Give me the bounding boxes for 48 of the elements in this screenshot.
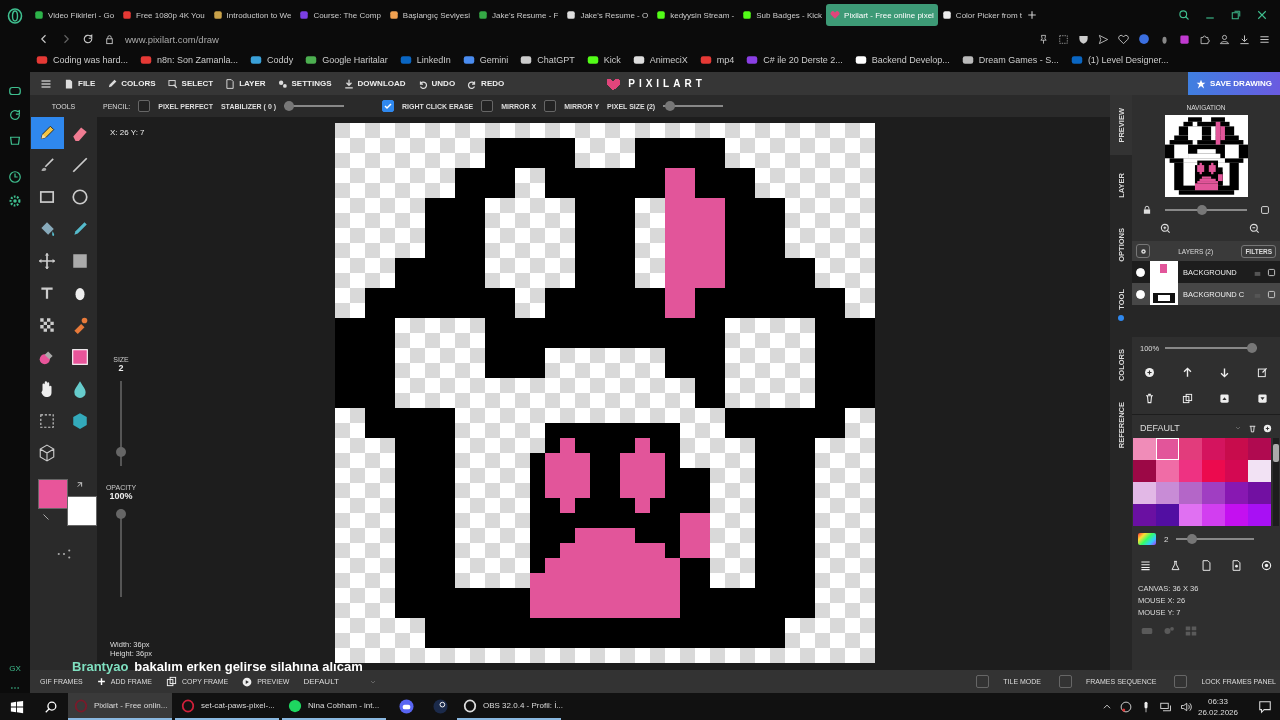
bookmark[interactable]: Kick xyxy=(586,54,621,66)
bookmark[interactable]: Coddy xyxy=(250,54,294,66)
bookmark[interactable]: ChatGPT xyxy=(520,54,575,66)
bookmark[interactable]: AnimeciX xyxy=(632,54,688,66)
menu-button[interactable]: SELECT xyxy=(167,78,214,89)
menu-button[interactable]: REDO xyxy=(467,78,505,89)
browser-tab[interactable]: Jake's Resume - O xyxy=(562,4,653,26)
cursor-position: X: 26 Y: 7 xyxy=(110,128,145,137)
taskbar-window[interactable]: Pixilart - Free onlin... xyxy=(68,693,172,720)
bookmark[interactable]: C# ile 20 Derste 2... xyxy=(746,54,843,66)
opacity-value: 100% xyxy=(109,491,133,501)
bookmark[interactable]: n8n: Son Zamanla... xyxy=(140,54,239,66)
browser-tab[interactable]: kedyysin Stream - xyxy=(652,4,739,26)
bookmark[interactable]: Coding was hard... xyxy=(36,54,129,66)
menu-button[interactable]: COLORS xyxy=(107,78,156,89)
menu-button[interactable]: DOWNLOAD xyxy=(343,78,406,89)
browser-tab[interactable]: Jake's Resume - F xyxy=(474,4,563,26)
frame-set-dropdown[interactable]: DEFAULT xyxy=(303,677,377,686)
save-drawing-button[interactable]: SAVE DRAWING xyxy=(1187,72,1280,95)
browser-tab[interactable]: Video Fikirleri - Go xyxy=(30,4,119,26)
menu-button[interactable]: SETTINGS xyxy=(277,78,332,89)
menu-button[interactable]: UNDO xyxy=(417,78,456,89)
pixilart-logo: PIXILART xyxy=(628,78,706,89)
chat-overlay-message: Brantyao bakalım erken gelirse silahına alıcam xyxy=(72,659,363,674)
bookmark[interactable]: Dream Games - S... xyxy=(961,54,1059,66)
bookmark[interactable]: LinkedIn xyxy=(399,54,451,66)
browser-tab[interactable]: Başlangıç Seviyesi xyxy=(384,4,474,26)
size-value: 2 xyxy=(118,363,124,373)
palette-name[interactable]: DEFAULT xyxy=(1140,423,1228,433)
taskbar-window[interactable]: Nina Cobham - int... xyxy=(282,693,386,720)
browser-tab[interactable]: Sub Badges - Kick xyxy=(738,4,827,26)
taskbar-window[interactable]: set-cat-paws-pixel-... xyxy=(175,693,279,720)
browser-tab[interactable]: Free 1080p 4K You xyxy=(118,4,209,26)
browser-tab[interactable]: Color Picker from t xyxy=(937,4,1027,26)
taskbar-clock[interactable]: 06:33 26.02.2026 xyxy=(1197,695,1238,718)
menu-button[interactable]: FILE xyxy=(64,78,96,89)
brush-size-value: 2 xyxy=(1164,534,1169,544)
menu-button[interactable]: LAYER xyxy=(225,78,266,89)
browser-tab[interactable]: Introduction to We xyxy=(208,4,296,26)
bookmark[interactable]: Google Haritalar xyxy=(305,54,388,66)
bookmark[interactable]: mp4 xyxy=(699,54,735,66)
address-field[interactable]: www.pixilart.com/draw xyxy=(125,33,219,45)
taskbar-window[interactable]: OBS 32.0.4 - Profil: İ... xyxy=(457,693,561,720)
bookmark[interactable]: Gemini xyxy=(462,54,509,66)
gx-label[interactable]: GX xyxy=(9,664,21,673)
bookmark[interactable]: Backend Develop... xyxy=(854,54,950,66)
browser-tab[interactable]: Course: The Comp xyxy=(295,4,385,26)
bookmark[interactable]: (1) Level Designer... xyxy=(1070,54,1169,66)
